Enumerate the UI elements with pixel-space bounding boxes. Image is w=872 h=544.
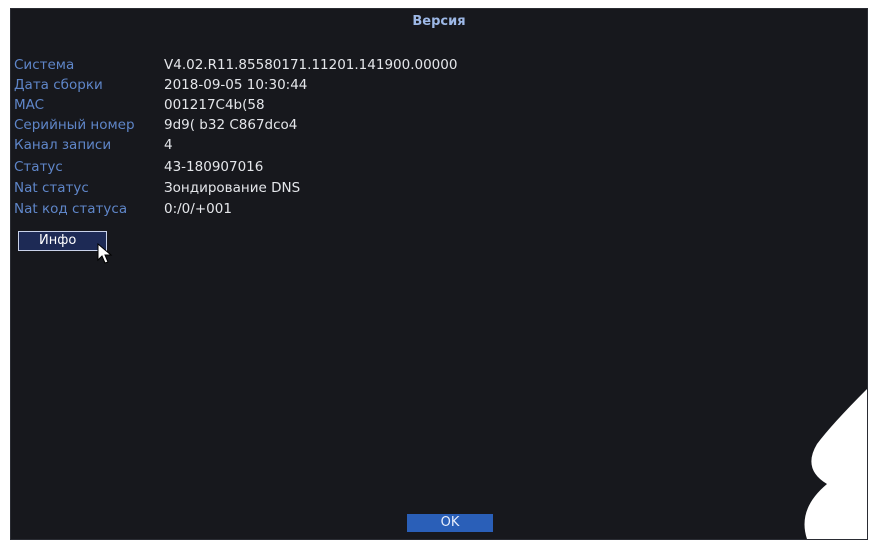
version-dialog: Версия Система V4.02.R11.85580171.11201.…: [10, 8, 868, 540]
build-date-label: Дата сборки: [14, 77, 103, 93]
mac-value: 001217C4b(58: [164, 97, 265, 113]
system-value: V4.02.R11.85580171.11201.141900.00000: [164, 57, 458, 73]
status-label: Статус: [14, 159, 63, 175]
nat-code-value: 0:/0/+001: [164, 201, 232, 217]
status-value: 43-180907016: [164, 159, 264, 175]
serial-number-label: Серийный номер: [14, 117, 135, 133]
record-channel-label: Канал записи: [14, 137, 112, 153]
row-mac: MAC 001217C4b(58: [11, 95, 611, 115]
nat-status-label: Nat статус: [14, 180, 89, 196]
screen-frame: Версия Система V4.02.R11.85580171.11201.…: [0, 0, 872, 544]
row-serial-number: Серийный номер 9d9( b32 C867dco4: [11, 115, 611, 135]
ok-button[interactable]: OK: [407, 514, 493, 532]
record-channel-value: 4: [164, 137, 173, 153]
dialog-title: Версия: [412, 14, 466, 29]
row-record-channel: Канал записи 4: [11, 135, 611, 155]
system-label: Система: [14, 57, 75, 73]
serial-number-value: 9d9( b32 C867dco4: [164, 117, 298, 133]
nat-code-label: Nat код статуса: [14, 201, 128, 217]
row-nat-status: Nat статус Зондирование DNS: [11, 178, 611, 198]
info-button[interactable]: Инфо: [18, 231, 107, 251]
row-build-date: Дата сборки 2018-09-05 10:30:44: [11, 75, 611, 95]
mouse-cursor-icon: [97, 243, 113, 264]
mac-label: MAC: [14, 97, 45, 113]
row-status: Статус 43-180907016: [11, 157, 611, 177]
watermark-logo: [804, 389, 867, 539]
row-system: Система V4.02.R11.85580171.11201.141900.…: [11, 55, 611, 75]
nat-status-value: Зондирование DNS: [164, 180, 301, 196]
build-date-value: 2018-09-05 10:30:44: [164, 77, 308, 93]
row-nat-code: Nat код статуса 0:/0/+001: [11, 199, 611, 219]
